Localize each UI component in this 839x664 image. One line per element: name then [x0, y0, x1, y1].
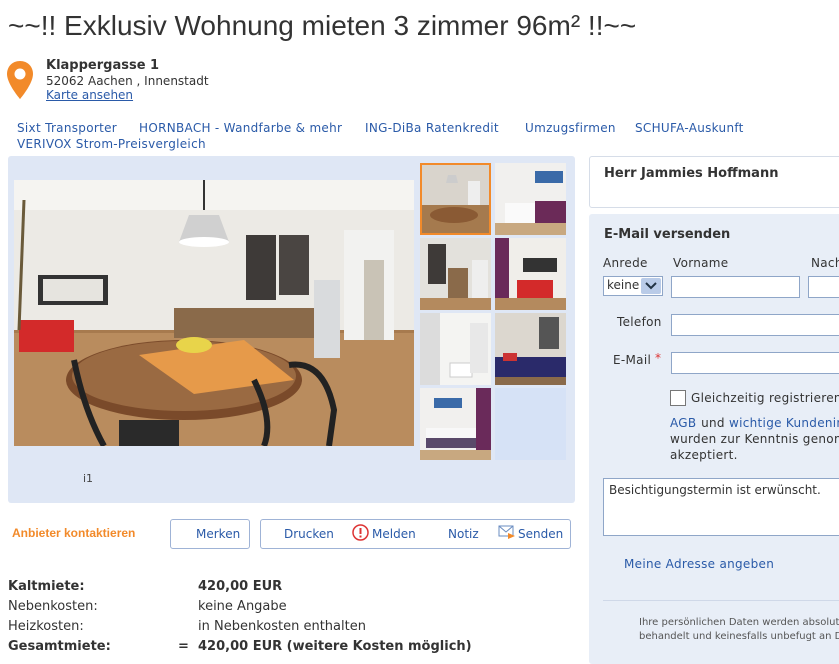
- email-input[interactable]: [671, 352, 839, 374]
- alert-icon: [352, 524, 369, 541]
- thumbnail-7[interactable]: [420, 388, 491, 460]
- ad-link-schufa[interactable]: SCHUFA-Auskunft: [635, 121, 744, 135]
- send-button[interactable]: Senden: [518, 527, 563, 541]
- ad-link-ingdiba[interactable]: ING-DiBa Ratenkredit: [365, 121, 499, 135]
- seller-box: [589, 156, 839, 208]
- customer-info-link[interactable]: wichtige Kundenin: [729, 416, 839, 430]
- thumbnail-empty: [495, 388, 566, 460]
- ad-link-hornbach[interactable]: HORNBACH - Wandfarbe & mehr: [139, 121, 342, 135]
- ad-link-verivox[interactable]: VERIVOX Strom-Preisvergleich: [17, 137, 206, 151]
- terms-line-2: wurden zur Kenntnis genom: [670, 432, 839, 446]
- privacy-line-2: behandelt und keinesfalls unbefugt an D: [639, 631, 839, 642]
- terms-line-3: akzeptiert.: [670, 448, 738, 462]
- address-street: Klappergasse 1: [46, 58, 160, 73]
- message-textarea[interactable]: Besichtigungstermin ist erwünscht.: [603, 478, 839, 536]
- register-checkbox[interactable]: [670, 390, 686, 406]
- privacy-line-1: Ihre persönlichen Daten werden absolut: [639, 617, 839, 628]
- seller-name: Herr Jammies Hoffmann: [604, 166, 779, 181]
- divider: [603, 600, 839, 601]
- email-label: E-Mail: [613, 353, 652, 367]
- thumbnail-4[interactable]: [495, 238, 566, 310]
- price-value-heizkosten: in Nebenkosten enthalten: [198, 619, 366, 634]
- save-button-label: Merken: [196, 527, 241, 541]
- thumbnail-5[interactable]: [420, 313, 491, 385]
- lastname-input[interactable]: [808, 276, 839, 298]
- mail-form-heading: E-Mail versenden: [604, 227, 731, 242]
- page-title: ~~!! Exklusiv Wohnung mieten 3 zimmer 96…: [8, 10, 637, 41]
- ad-link-sixt[interactable]: Sixt Transporter: [17, 121, 117, 135]
- ad-link-umzugsfirmen[interactable]: Umzugsfirmen: [525, 121, 616, 135]
- price-label-heizkosten: Heizkosten:: [8, 619, 84, 634]
- price-label-kaltmiete: Kaltmiete:: [8, 579, 85, 594]
- main-photo[interactable]: [14, 180, 414, 446]
- phone-input[interactable]: [671, 314, 839, 336]
- print-button[interactable]: Drucken: [284, 527, 334, 541]
- agb-link[interactable]: AGB: [670, 416, 696, 430]
- required-mark: *: [655, 351, 662, 365]
- address-link[interactable]: Meine Adresse angeben: [624, 557, 774, 571]
- price-equals: =: [178, 639, 189, 654]
- thumbnail-3[interactable]: [420, 238, 491, 310]
- map-link[interactable]: Karte ansehen: [46, 88, 133, 102]
- phone-label: Telefon: [617, 315, 662, 329]
- salutation-label: Anrede: [603, 256, 648, 270]
- price-value-kaltmiete: 420,00 EUR: [198, 579, 283, 594]
- lastname-label: Nach: [811, 256, 839, 270]
- price-value-gesamtmiete: 420,00 EUR (weitere Kosten möglich): [198, 639, 472, 654]
- price-value-nebenkosten: keine Angabe: [198, 599, 287, 614]
- thumbnail-1[interactable]: [420, 163, 491, 235]
- mail-send-icon: [498, 525, 515, 539]
- report-button[interactable]: Melden: [372, 527, 416, 541]
- note-button[interactable]: Notiz: [448, 527, 479, 541]
- contact-provider-link[interactable]: Anbieter kontaktieren: [12, 526, 135, 540]
- location-pin-icon: [7, 61, 33, 99]
- price-label-gesamtmiete: Gesamtmiete:: [8, 639, 111, 654]
- firstname-label: Vorname: [673, 256, 729, 270]
- photo-caption: i1: [83, 472, 94, 485]
- register-label: Gleichzeitig registrieren: [691, 391, 839, 405]
- thumbnail-6[interactable]: [495, 313, 566, 385]
- thumbnail-2[interactable]: [495, 163, 566, 235]
- price-label-nebenkosten: Nebenkosten:: [8, 599, 98, 614]
- chevron-down-icon: [641, 278, 661, 294]
- address-city: 52062 Aachen , Innenstadt: [46, 74, 209, 88]
- firstname-input[interactable]: [671, 276, 800, 298]
- terms-and-text: und: [697, 416, 729, 430]
